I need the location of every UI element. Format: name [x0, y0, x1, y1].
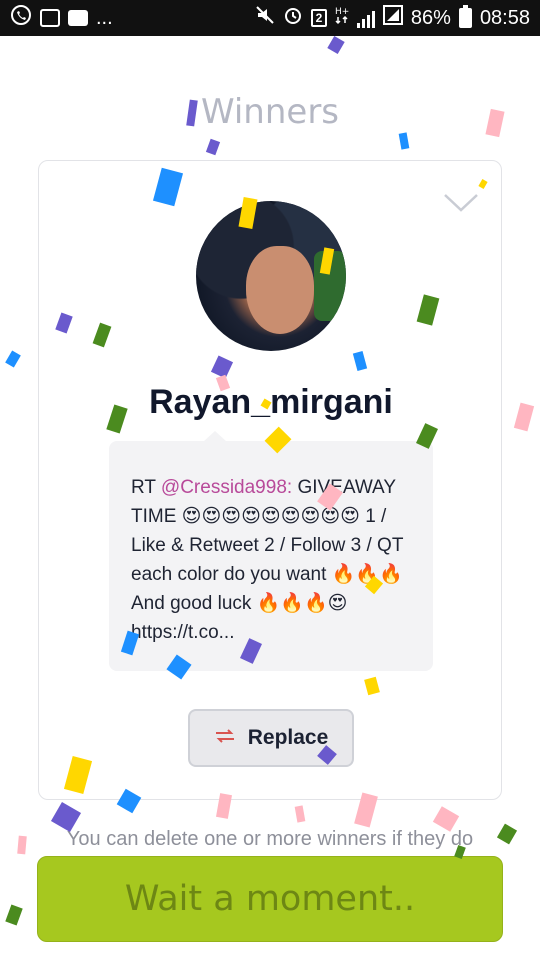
status-right: 2 H+ 86% 08:58: [255, 5, 530, 31]
whatsapp-icon: [10, 4, 32, 32]
tweet-prefix: RT: [131, 477, 161, 498]
wait-button[interactable]: Wait a moment..: [37, 856, 503, 942]
confetti-piece: [294, 805, 306, 823]
page-title: Winners: [200, 92, 340, 132]
confetti-piece: [327, 35, 345, 55]
winner-card: Rayan_mirgani RT @Cressida998: GIVEAWAY …: [38, 160, 502, 800]
avatar-background-plant: [314, 251, 346, 321]
battery-icon: [458, 5, 472, 28]
status-bar: ... 2 H+ 86% 08:58: [0, 0, 540, 36]
signal-icon: [356, 8, 375, 28]
mute-icon: [255, 5, 275, 31]
confetti-piece: [205, 138, 221, 156]
battery-percent: 86%: [410, 6, 451, 29]
tweet-mention[interactable]: @Cressida998:: [161, 477, 292, 498]
signal-boxed-icon: [382, 5, 403, 31]
confetti-piece: [398, 132, 410, 150]
status-left: ...: [10, 4, 113, 32]
avatar-face: [246, 246, 314, 334]
avatar: [196, 201, 346, 351]
chevron-down-icon[interactable]: [443, 191, 479, 215]
alarm-icon: [283, 5, 303, 31]
network-type-icon: H+: [335, 5, 349, 31]
tweet-bubble: RT @Cressida998: GIVEAWAY TIME 😍😍😍😍😍😍😍😍😍…: [109, 431, 433, 671]
status-time: 08:58: [479, 6, 530, 29]
svg-text:H+: H+: [335, 7, 349, 17]
replace-button[interactable]: Replace: [188, 709, 354, 767]
tweet-text: GIVEAWAY TIME 😍😍😍😍😍😍😍😍😍 1 / Like & Retwe…: [131, 477, 404, 643]
confetti-piece: [5, 904, 23, 926]
delete-hint: You can delete one or more winners if th…: [66, 828, 474, 850]
swap-icon: [214, 728, 236, 749]
message-icon: [68, 10, 88, 26]
sim-icon: 2: [310, 9, 327, 27]
confetti-piece: [513, 402, 535, 432]
status-more: ...: [96, 6, 113, 29]
confetti-piece: [5, 350, 21, 368]
winner-username: Rayan_mirgani: [149, 383, 393, 421]
replace-label: Replace: [247, 726, 329, 749]
gallery-icon: [40, 9, 60, 27]
